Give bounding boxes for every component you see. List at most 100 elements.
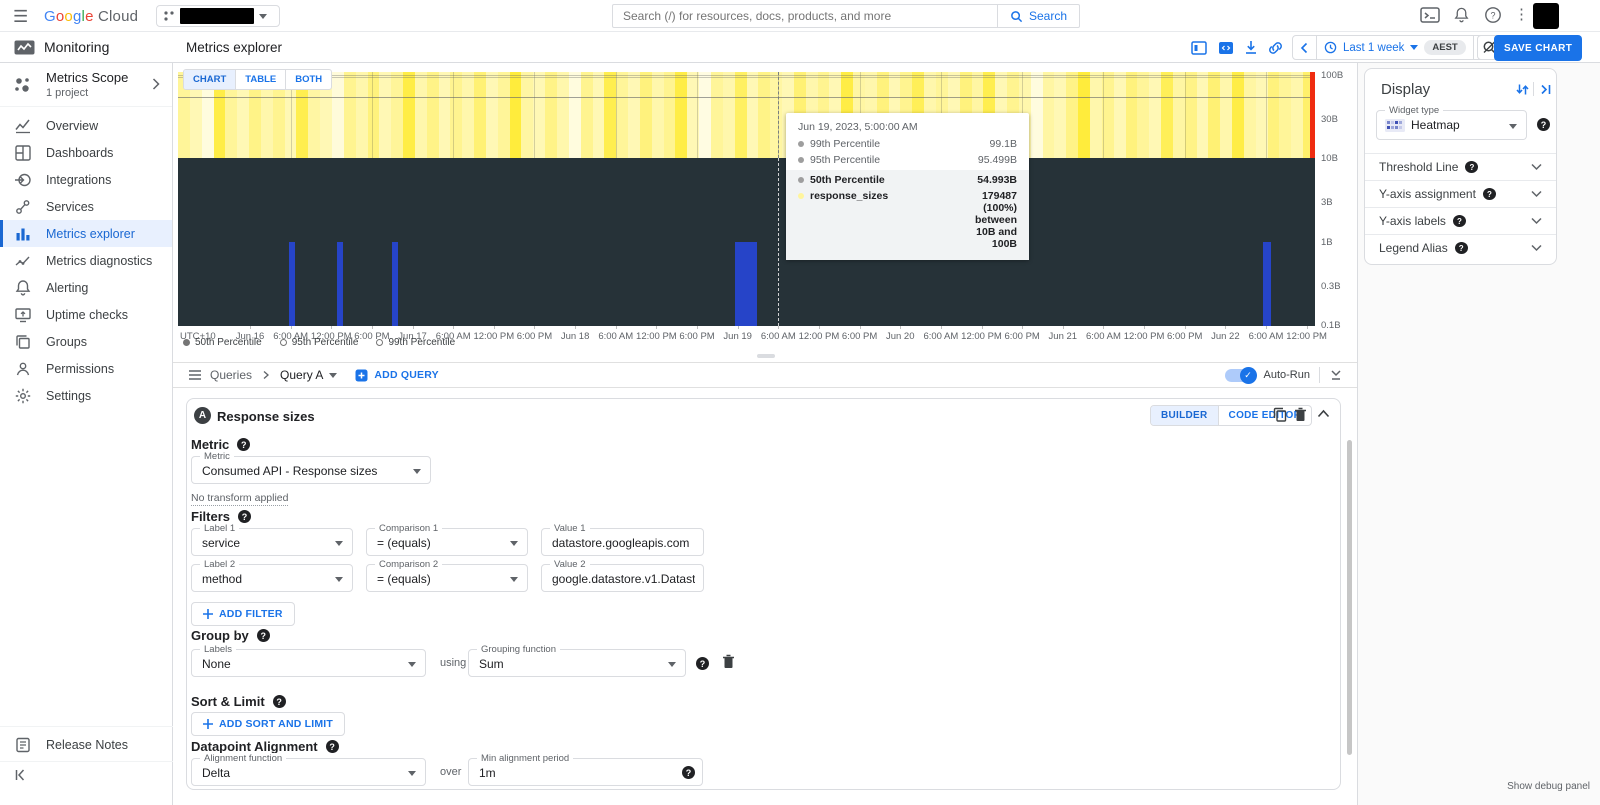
- auto-run-toggle[interactable]: ✓: [1225, 369, 1255, 382]
- builder-tab[interactable]: BUILDER: [1151, 406, 1218, 425]
- widget-type-dropdown[interactable]: Widget type Heatmap: [1376, 110, 1527, 140]
- collapse-query-icon[interactable]: [1317, 409, 1330, 418]
- add-query-button[interactable]: ADD QUERY: [355, 369, 438, 382]
- swap-vertical-icon[interactable]: [1515, 82, 1530, 97]
- help-icon[interactable]: ?: [1455, 242, 1468, 254]
- help-icon[interactable]: ?: [1484, 6, 1502, 24]
- close-panel-icon[interactable]: [1539, 82, 1553, 97]
- filters-help-icon[interactable]: ?: [238, 510, 251, 523]
- delete-query-icon[interactable]: [1294, 407, 1307, 422]
- group-by-labels-dropdown[interactable]: Labels None: [191, 649, 426, 677]
- heatmap-cell: [581, 72, 593, 158]
- filter-comparison-2-dropdown[interactable]: Comparison 2 = (equals): [366, 564, 528, 592]
- group-by-help-icon[interactable]: ?: [257, 629, 270, 642]
- grouping-help-icon[interactable]: ?: [696, 657, 709, 670]
- divider: [1533, 82, 1534, 96]
- time-range-selector[interactable]: Last 1 week AEST: [1316, 36, 1473, 59]
- alignment-function-dropdown[interactable]: Alignment function Delta: [191, 758, 426, 786]
- time-range-label: Last 1 week: [1343, 42, 1404, 54]
- sidebar-item-uptime-checks[interactable]: Uptime checks: [0, 301, 172, 328]
- download-icon[interactable]: [1243, 39, 1259, 56]
- sidebar-item-metrics-explorer[interactable]: Metrics explorer: [0, 220, 172, 247]
- help-icon[interactable]: ?: [1453, 215, 1466, 227]
- legend-item[interactable]: 50th Percentile: [183, 337, 262, 348]
- min-alignment-period-input[interactable]: Min alignment period 1m ?: [468, 758, 703, 786]
- search-button[interactable]: Search: [997, 5, 1079, 27]
- help-icon[interactable]: ?: [1465, 161, 1478, 173]
- x-tick-mark: [1266, 326, 1267, 329]
- alignment-help-icon[interactable]: ?: [326, 740, 339, 753]
- sidebar-item-alerting[interactable]: Alerting: [0, 274, 172, 301]
- save-chart-button[interactable]: SAVE CHART: [1494, 35, 1582, 61]
- percentile-line-p95: [178, 77, 1315, 78]
- help-icon[interactable]: ?: [1483, 188, 1496, 200]
- filter-label-1-dropdown[interactable]: Label 1 service: [191, 528, 353, 556]
- sidebar-item-release-notes[interactable]: Release Notes: [0, 731, 173, 758]
- search-input[interactable]: [613, 9, 997, 23]
- code-view-icon[interactable]: [1218, 40, 1234, 56]
- display-section-y-axis-labels[interactable]: Y-axis labels?: [1365, 207, 1556, 234]
- display-section-threshold-line[interactable]: Threshold Line?: [1365, 153, 1556, 180]
- queries-menu-label[interactable]: Queries: [210, 368, 252, 382]
- filter-value-2-input[interactable]: Value 2 google.datastore.v1.Datastore.Ru…: [541, 564, 704, 592]
- heatmap-cell: [604, 72, 616, 158]
- cloud-shell-icon[interactable]: [1420, 6, 1440, 24]
- tab-table[interactable]: TABLE: [235, 70, 285, 89]
- legend-label: 50th Percentile: [195, 337, 262, 348]
- sidebar-item-dashboards[interactable]: Dashboards: [0, 139, 172, 166]
- avatar[interactable]: [1533, 3, 1559, 29]
- sidebar-item-services[interactable]: Services: [0, 193, 172, 220]
- sort-limit-help-icon[interactable]: ?: [273, 695, 286, 708]
- heatmap-cell: [1161, 72, 1173, 158]
- sidebar-item-groups[interactable]: Groups: [0, 328, 172, 355]
- app-name[interactable]: Monitoring: [44, 39, 109, 55]
- duplicate-query-icon[interactable]: [1273, 407, 1287, 422]
- heatmap-plot[interactable]: Jun 19, 2023, 5:00:00 AM 99th Percentile…: [178, 72, 1315, 326]
- grouping-function-dropdown[interactable]: Grouping function Sum: [468, 649, 686, 677]
- notifications-bell-icon[interactable]: [1453, 6, 1470, 24]
- time-range-prev-button[interactable]: [1293, 36, 1316, 59]
- min-period-field-value: 1m: [479, 766, 680, 780]
- metric-dropdown[interactable]: Metric Consumed API - Response sizes: [191, 456, 431, 484]
- sidebar-item-metrics-diagnostics[interactable]: Metrics diagnostics: [0, 247, 172, 274]
- filter-label-2-dropdown[interactable]: Label 2 method: [191, 564, 353, 592]
- filter-comparison-1-dropdown[interactable]: Comparison 1 = (equals): [366, 528, 528, 556]
- sidebar-item-settings[interactable]: Settings: [0, 382, 172, 409]
- tab-both[interactable]: BOTH: [285, 70, 331, 89]
- resize-handle[interactable]: [757, 354, 775, 358]
- heatmap-cell: [474, 72, 486, 158]
- legend-item[interactable]: 99th Percentile: [376, 337, 455, 348]
- sidebar-item-overview[interactable]: Overview: [0, 112, 172, 139]
- legend-item[interactable]: 95th Percentile: [280, 337, 359, 348]
- tab-chart[interactable]: CHART: [184, 70, 235, 89]
- collapse-sidebar-icon[interactable]: [12, 767, 28, 783]
- add-filter-button[interactable]: ADD FILTER: [191, 602, 295, 626]
- sidebar-item-integrations[interactable]: Integrations: [0, 166, 172, 193]
- widget-type-help-icon[interactable]: ?: [1537, 118, 1550, 131]
- collapse-all-icon[interactable]: [1329, 368, 1343, 382]
- metrics-scope-header[interactable]: Metrics Scope 1 project: [0, 63, 172, 107]
- display-section-y-axis-assignment[interactable]: Y-axis assignment?: [1365, 180, 1556, 207]
- show-debug-link[interactable]: Show debug panel: [1507, 781, 1590, 792]
- chart-view-icon[interactable]: [1191, 40, 1207, 56]
- hamburger-menu-icon[interactable]: ☰: [13, 7, 28, 27]
- display-section-legend-alias[interactable]: Legend Alias?: [1365, 234, 1556, 261]
- project-selector[interactable]: [156, 5, 280, 27]
- share-link-icon[interactable]: [1267, 40, 1284, 56]
- y-tick-label: 0.1B: [1321, 320, 1341, 331]
- filter-value-1-input[interactable]: Value 1 datastore.googleapis.com: [541, 528, 704, 556]
- uptime-checks-icon: [14, 306, 32, 324]
- add-query-label: ADD QUERY: [374, 369, 438, 381]
- min-period-help-icon[interactable]: ?: [682, 766, 695, 779]
- labels-field-label: Labels: [200, 644, 236, 655]
- query-selector[interactable]: Query A: [280, 368, 337, 382]
- sidebar-item-permissions[interactable]: Permissions: [0, 355, 172, 382]
- more-options-icon[interactable]: ⋮: [1514, 5, 1529, 23]
- queries-menu-icon[interactable]: [188, 369, 202, 381]
- delete-group-by-icon[interactable]: [722, 654, 735, 669]
- add-sort-limit-button[interactable]: ADD SORT AND LIMIT: [191, 712, 345, 736]
- no-transform-note[interactable]: No transform applied: [191, 492, 288, 506]
- content-scrollbar[interactable]: [1347, 440, 1352, 755]
- metric-help-icon[interactable]: ?: [237, 438, 250, 451]
- metric-section-title: Metric: [191, 437, 229, 452]
